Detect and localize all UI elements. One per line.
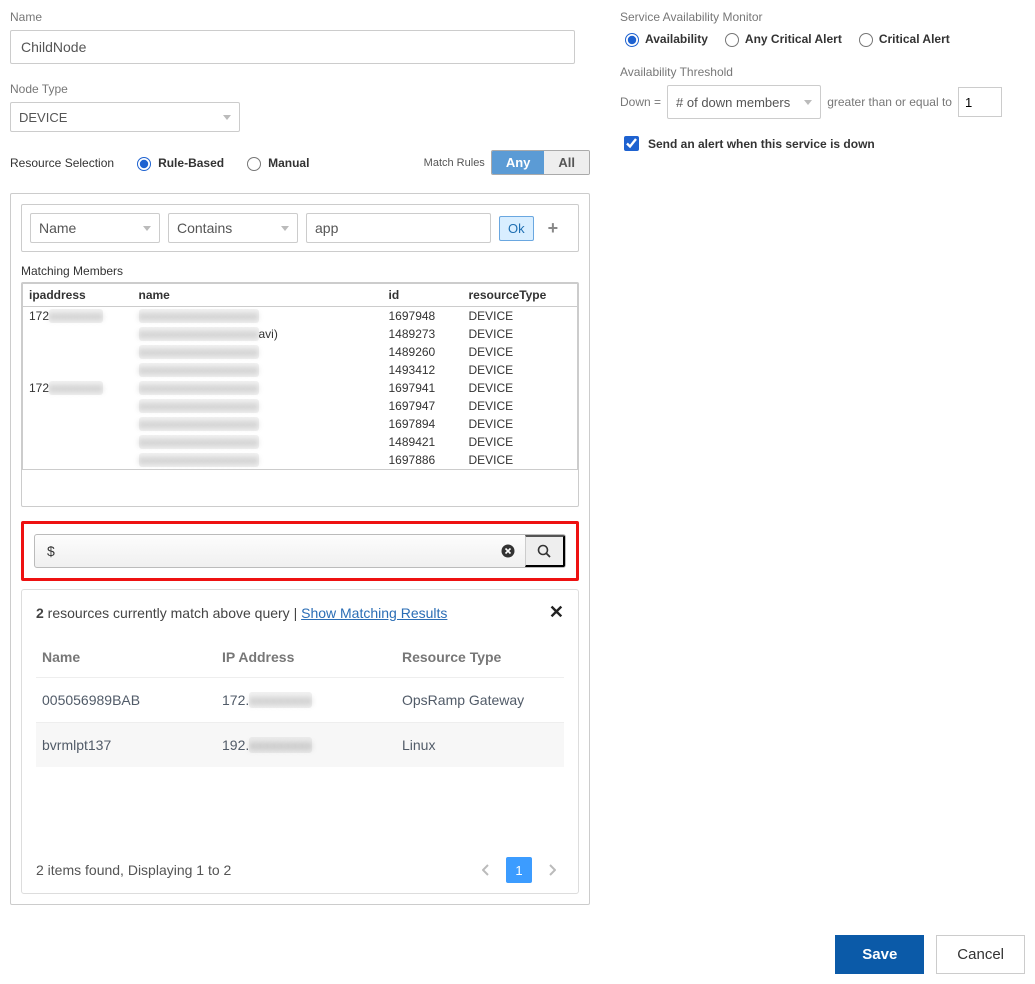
radio-rule-based[interactable]: Rule-Based xyxy=(132,154,224,171)
name-input[interactable] xyxy=(10,30,575,64)
node-type-label: Node Type xyxy=(10,82,590,96)
add-rule-button[interactable]: + xyxy=(542,217,565,240)
results-summary: 2 resources currently match above query … xyxy=(36,605,447,621)
match-any-button[interactable]: Any xyxy=(492,151,545,174)
pager-page-1[interactable]: 1 xyxy=(506,857,532,883)
down-suffix: greater than or equal to xyxy=(827,95,952,109)
rule-ok-button[interactable]: Ok xyxy=(499,216,534,241)
matching-members-table: ipaddress name id resourceType 172xxxxxx… xyxy=(22,283,578,470)
cancel-button[interactable]: Cancel xyxy=(936,935,1025,974)
col-ipaddress: ipaddress xyxy=(23,284,133,307)
sam-label: Service Availability Monitor xyxy=(620,10,1025,24)
close-icon[interactable]: ✕ xyxy=(549,602,564,623)
resource-selection-label: Resource Selection xyxy=(10,156,114,170)
col-resourcetype: resourceType xyxy=(463,284,578,307)
radio-manual[interactable]: Manual xyxy=(242,154,309,171)
down-select[interactable]: # of down members xyxy=(667,85,821,119)
down-prefix: Down = xyxy=(620,95,661,109)
radio-availability[interactable]: Availability xyxy=(620,30,708,47)
results-table: Name IP Address Resource Type 005056989B… xyxy=(36,639,564,767)
table-row: xxxxxxxxxxxxxxxxxxxxavi)1489273DEVICE xyxy=(23,325,578,343)
table-row: xxxxxxxxxxxxxxxxxxxx1697894DEVICE xyxy=(23,415,578,433)
match-rules-label: Match Rules xyxy=(424,157,485,169)
rules-panel: Name Contains Ok + Matching Members ipad… xyxy=(10,193,590,905)
name-label: Name xyxy=(10,10,590,24)
table-row: 172xxxxxxxxxxxxxxxxxxxxxxxxxxxxx1697948D… xyxy=(23,307,578,326)
radio-critical[interactable]: Critical Alert xyxy=(854,30,950,47)
col-id: id xyxy=(383,284,463,307)
rule-value-input[interactable] xyxy=(306,213,491,243)
alert-checkbox[interactable] xyxy=(624,136,639,151)
res-col-type: Resource Type xyxy=(396,639,564,678)
table-row: xxxxxxxxxxxxxxxxxxxx1489260DEVICE xyxy=(23,343,578,361)
rule-op-select[interactable]: Contains xyxy=(168,213,298,243)
rule-row: Name Contains Ok + xyxy=(21,204,579,252)
matching-members-label: Matching Members xyxy=(21,264,579,278)
table-row: bvrmlpt137192.xxxxxxxxxLinux xyxy=(36,723,564,768)
table-row: xxxxxxxxxxxxxxxxxxxx1697947DEVICE xyxy=(23,397,578,415)
alert-checkbox-label: Send an alert when this service is down xyxy=(648,137,875,151)
down-value-input[interactable] xyxy=(958,87,1002,117)
res-col-ip: IP Address xyxy=(216,639,396,678)
table-row: 172xxxxxxxxxxxxxxxxxxxxxxxxxxxxx1697941D… xyxy=(23,379,578,397)
threshold-label: Availability Threshold xyxy=(620,65,1025,79)
clear-icon[interactable] xyxy=(491,535,525,567)
pager-next[interactable] xyxy=(540,858,564,882)
res-col-name: Name xyxy=(36,639,216,678)
search-icon[interactable] xyxy=(525,535,565,567)
match-all-button[interactable]: All xyxy=(544,151,589,174)
results-panel: 2 resources currently match above query … xyxy=(21,589,579,894)
pager-prev[interactable] xyxy=(474,858,498,882)
table-row: 005056989BAB172.xxxxxxxxxOpsRamp Gateway xyxy=(36,678,564,723)
pager-info: 2 items found, Displaying 1 to 2 xyxy=(36,862,231,878)
node-type-select[interactable]: DEVICE xyxy=(10,102,240,132)
show-matching-link[interactable]: Show Matching Results xyxy=(301,605,447,621)
radio-any-critical[interactable]: Any Critical Alert xyxy=(720,30,842,47)
table-row: xxxxxxxxxxxxxxxxxxxx1489421DEVICE xyxy=(23,433,578,451)
col-name: name xyxy=(133,284,383,307)
table-row: xxxxxxxxxxxxxxxxxxxx1493412DEVICE xyxy=(23,361,578,379)
query-input[interactable] xyxy=(35,535,491,567)
query-search-box xyxy=(21,521,579,581)
save-button[interactable]: Save xyxy=(835,935,924,974)
rule-field-select[interactable]: Name xyxy=(30,213,160,243)
table-row: xxxxxxxxxxxxxxxxxxxx1697886DEVICE xyxy=(23,451,578,470)
